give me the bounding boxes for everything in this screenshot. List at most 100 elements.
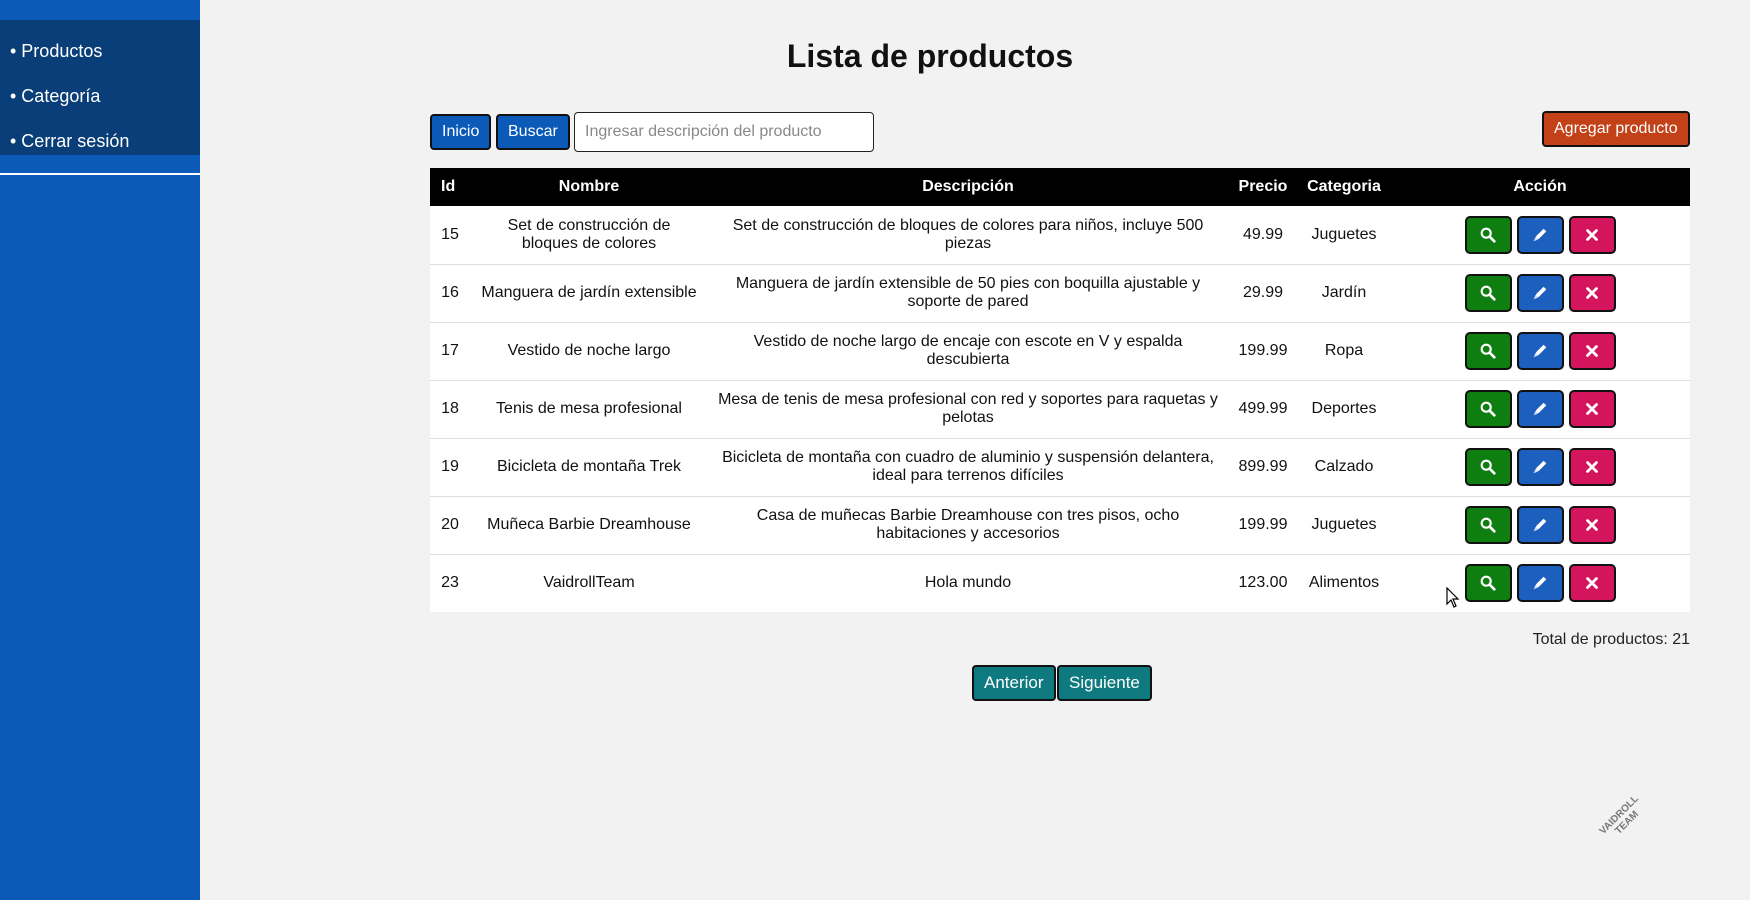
column-header-id: Id — [430, 168, 470, 206]
row-actions — [1390, 438, 1690, 497]
magnifier-icon — [1480, 285, 1496, 301]
view-button[interactable] — [1464, 332, 1512, 370]
row-name: VaidrollTeam — [543, 574, 635, 592]
row-id: 15 — [430, 206, 470, 265]
pencil-icon — [1533, 228, 1547, 242]
view-button[interactable] — [1464, 564, 1512, 603]
row-description: Mesa de tenis de mesa profesional con re… — [708, 380, 1228, 439]
previous-page-button[interactable]: Anterior — [972, 665, 1056, 701]
table-row: 15 Set de construcción de bloques de col… — [430, 206, 1690, 265]
row-actions — [1390, 206, 1690, 265]
edit-button[interactable] — [1516, 506, 1564, 544]
close-icon — [1586, 461, 1598, 473]
edit-button[interactable] — [1516, 448, 1564, 486]
search-input[interactable] — [574, 112, 874, 152]
row-category: Juguetes — [1298, 206, 1390, 265]
close-icon — [1586, 403, 1598, 415]
delete-button[interactable] — [1568, 332, 1616, 370]
row-id: 18 — [430, 380, 470, 439]
magnifier-icon — [1480, 575, 1496, 591]
sidebar-item-productos[interactable]: • Productos — [0, 30, 200, 75]
pencil-icon — [1533, 576, 1547, 590]
column-header-description: Descripción — [708, 168, 1228, 206]
view-button[interactable] — [1464, 215, 1512, 254]
magnifier-icon — [1480, 401, 1496, 417]
home-button[interactable]: Inicio — [430, 114, 492, 150]
pencil-icon — [1533, 402, 1547, 416]
sidebar-item-cerrar-sesion[interactable]: • Cerrar sesión — [0, 120, 200, 165]
row-name: Manguera de jardín extensible — [470, 264, 708, 323]
mouse-cursor-icon — [1446, 587, 1460, 608]
delete-button[interactable] — [1568, 506, 1616, 544]
row-id: 17 — [430, 322, 470, 381]
view-button[interactable] — [1464, 448, 1512, 486]
page-title: Lista de productos — [786, 38, 1074, 74]
table-row: 23 VaidrollTeam Hola mundo 123.00 Alimen… — [430, 554, 1690, 612]
sidebar-divider — [0, 173, 200, 175]
edit-button[interactable] — [1516, 332, 1564, 370]
row-name: Vestido de noche largo — [470, 322, 708, 381]
table-row: 20 Muñeca Barbie Dreamhouse Casa de muñe… — [430, 496, 1690, 555]
delete-button[interactable] — [1568, 215, 1616, 254]
sidebar-menu: • Productos • Categoría • Cerrar sesión — [0, 20, 200, 155]
row-actions — [1390, 496, 1690, 555]
close-icon — [1586, 577, 1598, 590]
row-description: Manguera de jardín extensible de 50 pies… — [708, 264, 1228, 323]
edit-button[interactable] — [1516, 564, 1564, 603]
row-category: Calzado — [1298, 438, 1390, 497]
row-name: Bicicleta de montaña Trek — [470, 438, 708, 497]
row-actions — [1390, 264, 1690, 323]
delete-button[interactable] — [1568, 390, 1616, 428]
row-name: Set de construcción de bloques de colore… — [470, 206, 708, 265]
table-row: 18 Tenis de mesa profesional Mesa de ten… — [430, 380, 1690, 439]
delete-button[interactable] — [1568, 448, 1616, 486]
column-header-category: Categoria — [1298, 168, 1390, 206]
row-price: 49.99 — [1228, 206, 1298, 265]
magnifier-icon — [1480, 227, 1496, 243]
row-price: 499.99 — [1228, 380, 1298, 439]
row-price: 199.99 — [1228, 322, 1298, 381]
table-row: 17 Vestido de noche largo Vestido de noc… — [430, 322, 1690, 381]
row-name: Tenis de mesa profesional — [470, 380, 708, 439]
pencil-icon — [1533, 460, 1547, 474]
edit-button[interactable] — [1516, 390, 1564, 428]
delete-button[interactable] — [1568, 274, 1616, 312]
view-button[interactable] — [1464, 274, 1512, 312]
table-row: 16 Manguera de jardín extensible Manguer… — [430, 264, 1690, 323]
column-header-price: Precio — [1228, 168, 1298, 206]
row-description: Casa de muñecas Barbie Dreamhouse con tr… — [708, 496, 1228, 555]
next-page-button[interactable]: Siguiente — [1057, 665, 1152, 701]
column-header-action: Acción — [1390, 168, 1690, 206]
row-actions — [1390, 322, 1690, 381]
search-button[interactable]: Buscar — [496, 114, 570, 150]
close-icon — [1586, 519, 1598, 531]
table-header-row: Id Nombre Descripción Precio Categoria A… — [430, 168, 1690, 206]
row-id: 20 — [430, 496, 470, 555]
view-button[interactable] — [1464, 506, 1512, 544]
pencil-icon — [1533, 518, 1547, 532]
row-category: Alimentos — [1308, 574, 1380, 592]
row-id: 19 — [430, 438, 470, 497]
edit-button[interactable] — [1516, 215, 1564, 254]
row-name: Muñeca Barbie Dreamhouse — [470, 496, 708, 555]
sidebar-item-categoria[interactable]: • Categoría — [0, 75, 200, 120]
magnifier-icon — [1480, 517, 1496, 533]
row-price: 899.99 — [1228, 438, 1298, 497]
edit-button[interactable] — [1516, 274, 1564, 312]
add-product-button[interactable]: Agregar producto — [1542, 111, 1690, 147]
row-price: 29.99 — [1228, 264, 1298, 323]
magnifier-icon — [1480, 459, 1496, 475]
view-button[interactable] — [1464, 390, 1512, 428]
total-products-text: Total de productos: 21 — [1532, 631, 1690, 648]
pencil-icon — [1533, 344, 1547, 358]
delete-button[interactable] — [1568, 564, 1616, 603]
row-category: Deportes — [1298, 380, 1390, 439]
row-price: 199.99 — [1228, 496, 1298, 555]
sidebar: • Productos • Categoría • Cerrar sesión — [0, 0, 200, 900]
row-id: 16 — [430, 264, 470, 323]
row-actions — [1390, 380, 1690, 439]
close-icon — [1586, 228, 1598, 241]
close-icon — [1586, 345, 1598, 357]
pencil-icon — [1533, 286, 1547, 300]
row-description: Vestido de noche largo de encaje con esc… — [708, 322, 1228, 381]
